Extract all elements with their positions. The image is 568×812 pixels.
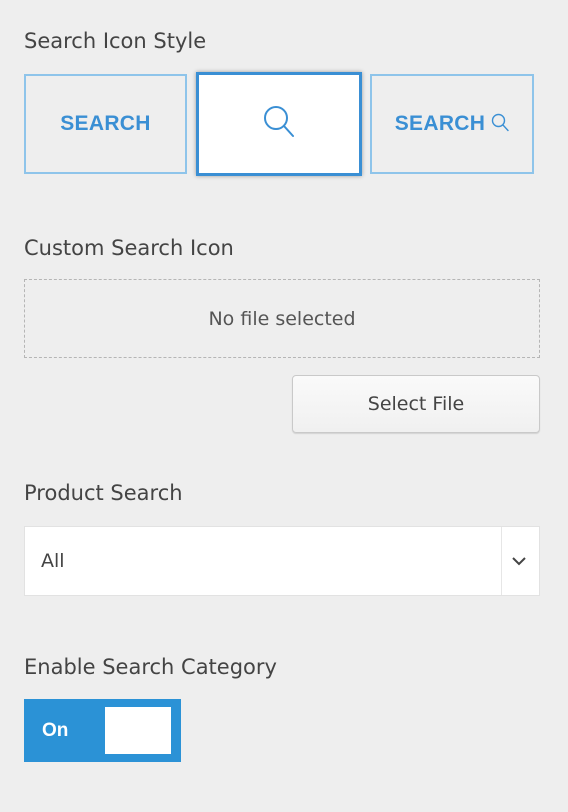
chevron-down-icon[interactable] — [510, 553, 528, 569]
enable-search-category-label: Enable Search Category — [24, 655, 277, 679]
search-category-toggle[interactable]: On — [24, 699, 181, 762]
select-file-button[interactable]: Select File — [292, 375, 540, 433]
select-file-button-label: Select File — [367, 393, 465, 415]
style-option-text-icon[interactable]: SEARCH — [370, 74, 534, 174]
magnifier-icon — [262, 104, 296, 144]
style-option-text[interactable]: SEARCH — [24, 74, 187, 174]
file-drop-area[interactable]: No file selected — [24, 279, 540, 358]
dropdown-divider — [501, 527, 502, 595]
style-option-text-label: SEARCH — [60, 112, 151, 135]
product-search-select[interactable]: All — [24, 526, 540, 596]
file-status-text: No file selected — [208, 307, 356, 330]
product-search-label: Product Search — [24, 481, 183, 505]
toggle-state-label: On — [42, 720, 69, 741]
product-search-selected-value: All — [41, 550, 65, 572]
style-option-icon[interactable] — [196, 72, 362, 176]
search-icon-style-label: Search Icon Style — [24, 29, 207, 53]
custom-search-icon-label: Custom Search Icon — [24, 236, 234, 260]
style-option-text-icon-label: SEARCH — [394, 112, 486, 135]
toggle-knob[interactable] — [105, 707, 171, 754]
magnifier-icon — [491, 113, 509, 136]
